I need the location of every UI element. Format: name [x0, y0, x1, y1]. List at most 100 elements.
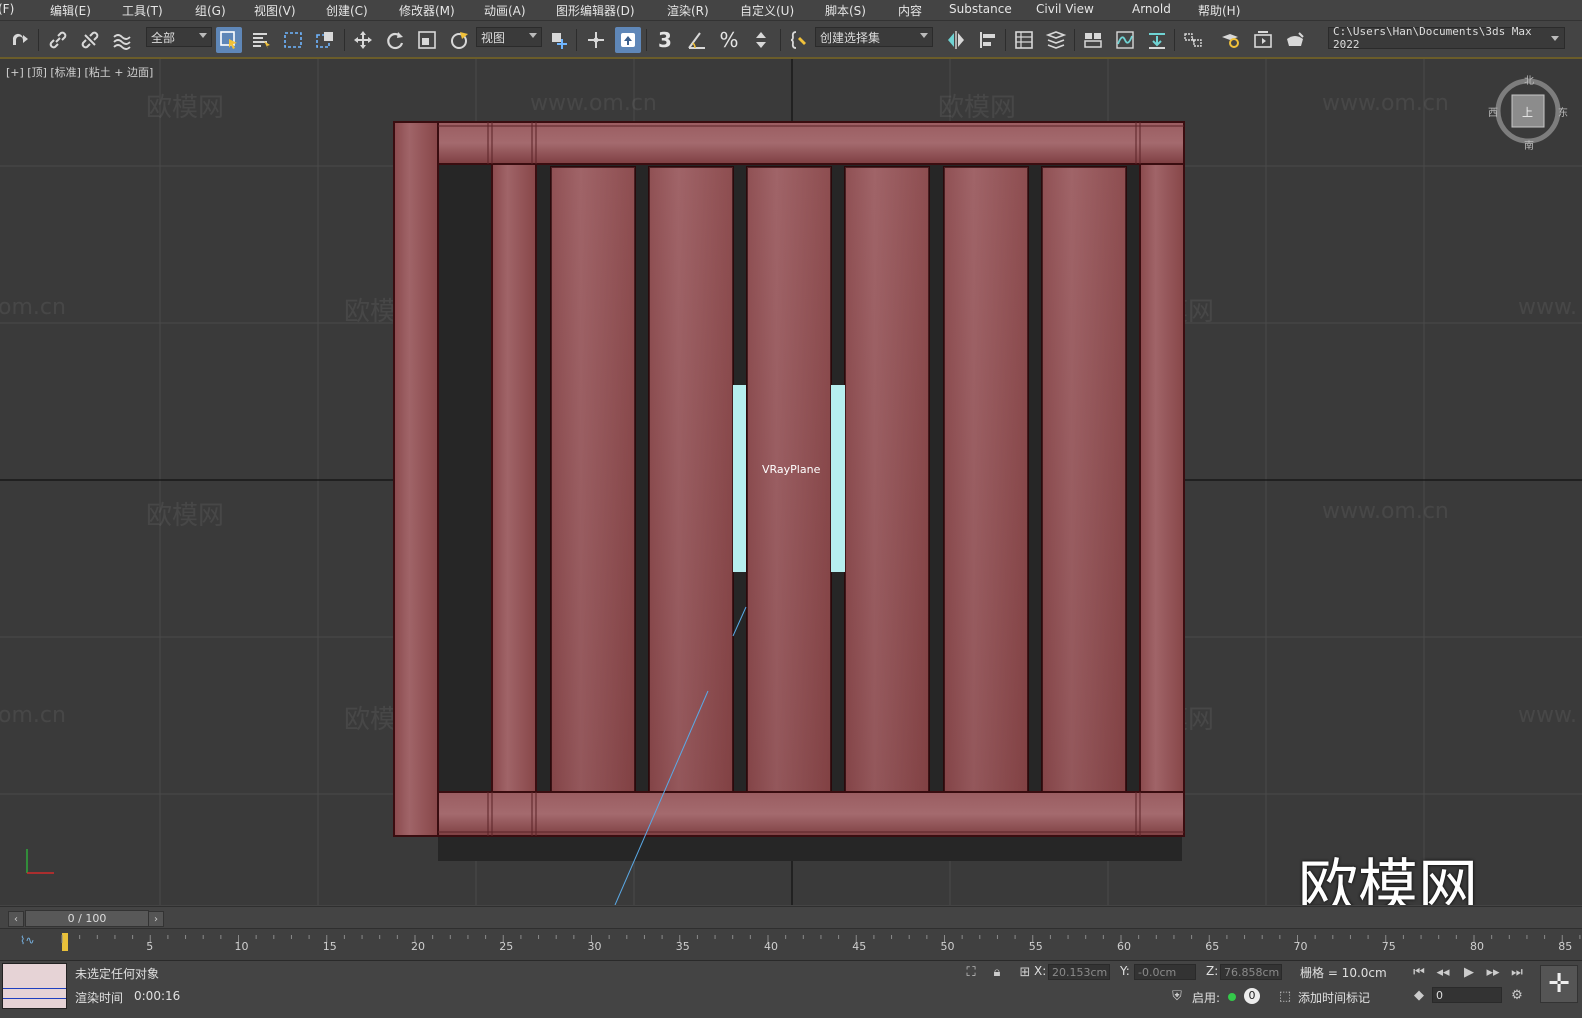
- vray-plane-left[interactable]: [733, 385, 746, 572]
- menu-edit[interactable]: 编辑(E): [50, 2, 91, 19]
- named-selection-set-dropdown[interactable]: 创建选择集: [815, 27, 933, 47]
- render-setup-icon[interactable]: [1218, 27, 1244, 53]
- menu-file[interactable]: (F): [0, 2, 14, 16]
- rectangular-selection-icon[interactable]: [280, 27, 306, 53]
- placement-icon[interactable]: [446, 27, 472, 53]
- selection-filter-dropdown[interactable]: 全部: [146, 27, 212, 47]
- select-by-name-icon[interactable]: [248, 27, 274, 53]
- x-coord-label: X:: [1034, 964, 1047, 978]
- angle-snap-icon[interactable]: [684, 27, 710, 53]
- menu-graph-editors[interactable]: 图形编辑器(D): [556, 2, 635, 19]
- rotate-icon[interactable]: [382, 27, 408, 53]
- z-coord-field[interactable]: 76.858cm: [1220, 964, 1282, 980]
- frame-nav-icon[interactable]: ◆: [1410, 986, 1428, 1004]
- menu-substance[interactable]: Substance: [949, 2, 1012, 16]
- menu-arnold[interactable]: Arnold: [1132, 2, 1171, 16]
- viewport-navigation-icon[interactable]: ✛: [1540, 965, 1578, 1003]
- selection-status: 未选定任何对象: [75, 967, 160, 981]
- unlink-icon[interactable]: [77, 27, 103, 53]
- next-frame-icon[interactable]: ▸▸: [1484, 963, 1502, 981]
- reference-coordinate-dropdown[interactable]: 视图: [476, 27, 542, 47]
- selection-filter-value: 全部: [151, 30, 176, 45]
- menu-animation[interactable]: 动画(A): [484, 2, 526, 19]
- previous-frame-icon[interactable]: ◂◂: [1434, 963, 1452, 981]
- scene-explorer-icon[interactable]: [1011, 27, 1037, 53]
- track-tick-label: 75: [1381, 940, 1396, 953]
- scale-icon[interactable]: [414, 27, 440, 53]
- go-to-start-icon[interactable]: ⏮: [1410, 963, 1428, 981]
- redo-icon[interactable]: [6, 27, 32, 53]
- track-tick-label: 45: [852, 940, 867, 953]
- menu-views[interactable]: 视图(V): [254, 2, 296, 19]
- play-icon[interactable]: ▶: [1460, 963, 1478, 981]
- menu-tools[interactable]: 工具(T): [122, 2, 163, 19]
- absolute-mode-icon[interactable]: ⊞: [1016, 963, 1034, 981]
- viewcube-east-label: 东: [1558, 108, 1568, 119]
- menu-customize[interactable]: 自定义(U): [740, 2, 794, 19]
- menu-rendering[interactable]: 渲染(R): [667, 2, 709, 19]
- curve-editor-icon[interactable]: [1112, 27, 1138, 53]
- cube-icon[interactable]: ⬚: [1276, 987, 1294, 1005]
- enable-count-badge[interactable]: 0: [1244, 988, 1260, 1004]
- chevron-right-icon[interactable]: ›: [148, 911, 164, 927]
- slat-panel-model[interactable]: [0, 59, 1582, 905]
- lock-icon[interactable]: 🔒︎: [988, 963, 1006, 981]
- menu-content[interactable]: 内容: [898, 2, 922, 19]
- chevron-left-icon[interactable]: ‹: [8, 911, 24, 927]
- enable-label: 启用:: [1192, 991, 1221, 1005]
- menu-help[interactable]: 帮助(H): [1198, 2, 1240, 19]
- time-slider-frame[interactable]: 0 / 100: [25, 910, 149, 927]
- edit-named-selection-icon[interactable]: [786, 27, 812, 53]
- isolate-selection-icon[interactable]: ⛶: [962, 963, 980, 981]
- go-to-end-icon[interactable]: ⏭: [1508, 963, 1526, 981]
- percent-snap-icon[interactable]: %: [716, 27, 742, 53]
- y-coord-field[interactable]: -0.0cm: [1134, 964, 1196, 980]
- track-tick-label: 5: [146, 940, 154, 953]
- mirror-icon[interactable]: [943, 27, 969, 53]
- named-selection-set-value: 创建选择集: [820, 30, 881, 45]
- viewcube-top-label: 上: [1522, 106, 1533, 119]
- spinner-snap-icon[interactable]: [748, 27, 774, 53]
- render-production-icon[interactable]: [1282, 27, 1308, 53]
- track-bar[interactable]: ⌇∿ 0510152025303540455055606570758085: [0, 928, 1582, 961]
- current-frame-field[interactable]: 0: [1432, 987, 1502, 1003]
- menu-group[interactable]: 组(G): [195, 2, 226, 19]
- axis-tripod: [26, 849, 54, 874]
- time-config-icon[interactable]: ⚙: [1508, 986, 1526, 1004]
- grid-size: 栅格 = 10.0cm: [1300, 966, 1387, 980]
- x-coord-field[interactable]: 20.153cm: [1048, 964, 1110, 980]
- top-viewport[interactable]: [+] [顶] [标准] [粘土 + 边面] 欧模网 www.om.cn 欧模网…: [0, 59, 1582, 905]
- menu-civil-view[interactable]: Civil View: [1036, 2, 1094, 16]
- track-tick-label: 15: [322, 940, 337, 953]
- bind-space-warp-icon[interactable]: [109, 27, 135, 53]
- link-icon[interactable]: [45, 27, 71, 53]
- shield-icon[interactable]: ⛨: [1168, 987, 1186, 1005]
- menu-create[interactable]: 创建(C): [326, 2, 368, 19]
- window-crossing-icon[interactable]: [312, 27, 338, 53]
- toggle-ribbon-icon[interactable]: [1080, 27, 1106, 53]
- schematic-view-icon[interactable]: [1144, 27, 1170, 53]
- project-path-dropdown[interactable]: C:\Users\Han\Documents\3ds Max 2022: [1328, 25, 1565, 51]
- track-tick-label: 50: [940, 940, 955, 953]
- track-tick-label: 10: [234, 940, 249, 953]
- menu-scripting[interactable]: 脚本(S): [825, 2, 866, 19]
- add-time-tag-button[interactable]: 添加时间标记: [1298, 989, 1370, 1006]
- track-tick-label: 35: [675, 940, 690, 953]
- track-tick-label: 40: [764, 940, 778, 953]
- align-icon[interactable]: [975, 27, 1001, 53]
- move-icon[interactable]: [350, 27, 376, 53]
- rendered-frame-window-icon[interactable]: [1250, 27, 1276, 53]
- layer-explorer-icon[interactable]: [1043, 27, 1069, 53]
- material-editor-icon[interactable]: [1180, 27, 1206, 53]
- pivot-center-icon[interactable]: [546, 27, 572, 53]
- maxscript-listener-mini[interactable]: [2, 963, 67, 1009]
- time-slider[interactable]: ‹ 0 / 100 ›: [0, 906, 1582, 929]
- vray-plane-right[interactable]: [831, 385, 845, 572]
- keyboard-shortcut-override-icon[interactable]: [615, 27, 641, 53]
- menu-modifiers[interactable]: 修改器(M): [399, 2, 455, 19]
- status-dot: [1228, 993, 1236, 1001]
- render-time-value: 0:00:16: [134, 989, 181, 1003]
- select-object-icon[interactable]: [216, 27, 242, 53]
- select-manipulate-icon[interactable]: [583, 27, 609, 53]
- snaps-toggle-icon[interactable]: 3: [652, 27, 678, 53]
